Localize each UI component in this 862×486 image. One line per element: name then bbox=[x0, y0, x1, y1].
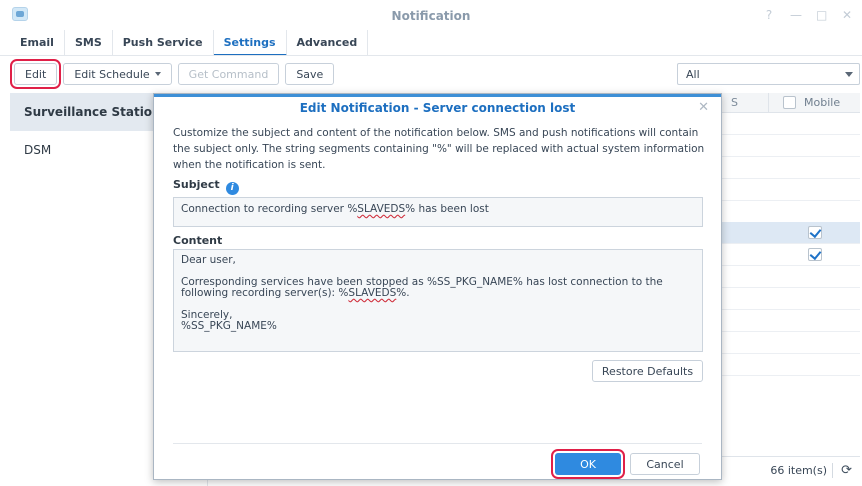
help-icon[interactable]: ? bbox=[764, 8, 774, 22]
content-text-suffix: %. bbox=[396, 287, 410, 299]
dropdown-arrow-icon bbox=[845, 72, 853, 77]
mobile-checkbox-checked[interactable] bbox=[808, 226, 822, 239]
toolbar: Edit Edit Schedule Get Command Save bbox=[9, 59, 335, 89]
column-header-mobile: Mobile bbox=[768, 93, 860, 113]
tabs-divider bbox=[0, 55, 862, 56]
subject-variable: SLAVEDS bbox=[357, 203, 406, 215]
title-bar: Notification ? — □ ✕ bbox=[0, 0, 862, 30]
minimize-icon[interactable]: — bbox=[790, 8, 802, 22]
refresh-icon[interactable]: ⟳ bbox=[832, 463, 852, 478]
content-variable: SLAVEDS bbox=[348, 287, 397, 299]
dialog-title: Edit Notification - Server connection lo… bbox=[299, 101, 576, 115]
restore-defaults-button[interactable]: Restore Defaults bbox=[592, 360, 703, 382]
edit-notification-dialog: Edit Notification - Server connection lo… bbox=[153, 93, 722, 480]
content-text-prefix: following recording server(s): % bbox=[181, 287, 349, 299]
window-controls: ? — □ ✕ bbox=[764, 8, 852, 22]
content-label: Content bbox=[173, 234, 223, 247]
category-filter-select[interactable]: All bbox=[677, 63, 860, 85]
column-header-partial: S bbox=[731, 96, 738, 109]
dialog-accent-bar bbox=[154, 94, 721, 97]
filter-value: All bbox=[686, 68, 700, 81]
cancel-button[interactable]: Cancel bbox=[630, 453, 700, 475]
content-textarea[interactable]: Dear user, Corresponding services have be… bbox=[173, 249, 703, 352]
item-count: 66 item(s) bbox=[770, 464, 827, 477]
content-line: following recording server(s): %SLAVEDS%… bbox=[181, 288, 695, 299]
window-title: Notification bbox=[391, 9, 471, 23]
subject-label: Subject bbox=[173, 178, 220, 191]
save-button[interactable]: Save bbox=[285, 63, 335, 85]
dialog-description: Customize the subject and content of the… bbox=[173, 127, 705, 171]
maximize-icon[interactable]: □ bbox=[816, 8, 827, 22]
subject-input[interactable]: Connection to recording server %SLAVEDS%… bbox=[173, 197, 703, 227]
caret-down-icon bbox=[154, 72, 161, 76]
subject-text-prefix: Connection to recording server % bbox=[181, 203, 358, 215]
subject-text-suffix: % has been lost bbox=[405, 203, 489, 215]
dialog-footer-divider bbox=[173, 443, 702, 444]
close-icon[interactable]: ✕ bbox=[842, 8, 852, 22]
dialog-close-icon[interactable]: ✕ bbox=[698, 100, 709, 115]
tab-sms[interactable]: SMS bbox=[65, 30, 113, 56]
info-icon[interactable]: i bbox=[225, 182, 239, 195]
ok-button[interactable]: OK bbox=[551, 449, 625, 479]
edit-button[interactable]: Edit bbox=[9, 59, 62, 89]
edit-schedule-button[interactable]: Edit Schedule bbox=[63, 63, 172, 85]
tab-email[interactable]: Email bbox=[10, 30, 65, 56]
subject-label-row: Subject i bbox=[173, 178, 239, 195]
tab-bar: Email SMS Push Service Settings Advanced bbox=[10, 30, 369, 56]
tab-advanced[interactable]: Advanced bbox=[287, 30, 369, 56]
tab-push-service[interactable]: Push Service bbox=[113, 30, 214, 56]
mobile-checkbox-checked[interactable] bbox=[808, 248, 822, 261]
content-line: %SS_PKG_NAME% bbox=[181, 320, 277, 332]
content-line: Dear user, bbox=[181, 254, 236, 266]
mobile-header-label: Mobile bbox=[804, 96, 841, 109]
tab-settings[interactable]: Settings bbox=[213, 30, 287, 56]
get-command-button[interactable]: Get Command bbox=[177, 63, 280, 85]
edit-schedule-label: Edit Schedule bbox=[74, 67, 150, 81]
mobile-select-all-checkbox[interactable] bbox=[783, 96, 796, 109]
